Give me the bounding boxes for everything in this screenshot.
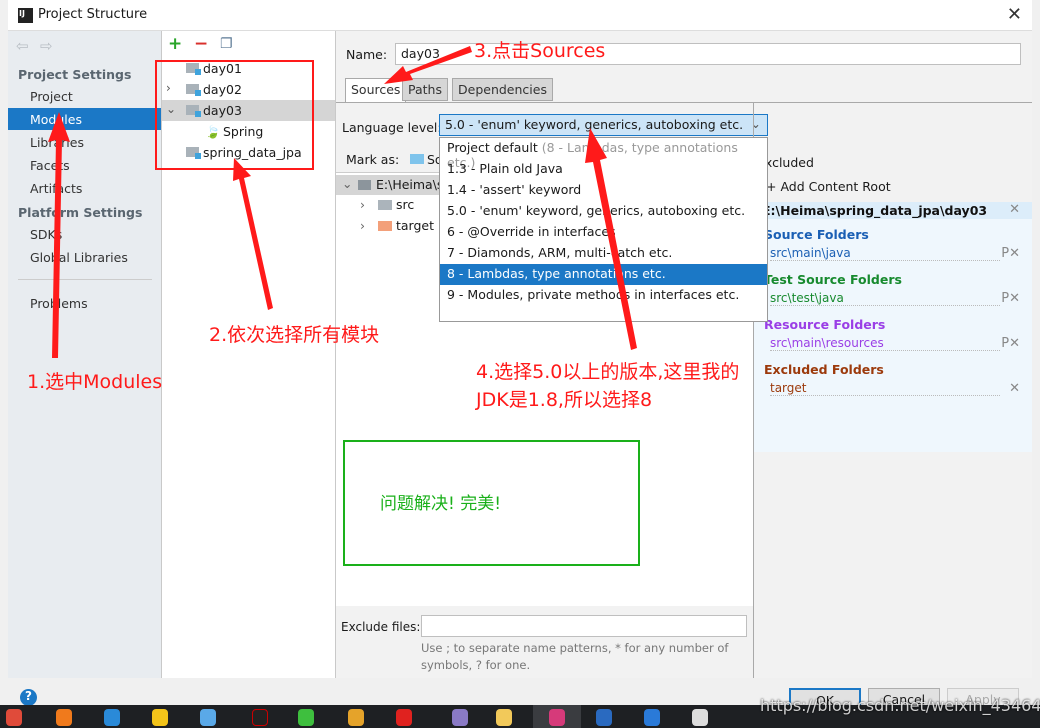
sidebar-item-modules[interactable]: Modules: [8, 108, 161, 130]
annotation-step3: 3.点击Sources: [474, 40, 606, 62]
sidebar-item-facets[interactable]: Facets: [8, 154, 161, 176]
app-icon[interactable]: [596, 709, 612, 726]
tree-item-label: src: [396, 197, 415, 212]
annotation-result-text: 问题解决! 完美!: [380, 494, 502, 514]
window-title: Project Structure: [38, 7, 148, 22]
intellij-icon[interactable]: [533, 705, 581, 728]
remove-folder-icon[interactable]: P✕: [1001, 336, 1020, 351]
help-icon[interactable]: ?: [20, 689, 37, 706]
back-arrow-icon[interactable]: ⇦: [16, 37, 29, 55]
content-root-path: E:\Heima\spring_data_jpa\day03: [762, 203, 988, 218]
sidebar-item-global-libraries[interactable]: Global Libraries: [8, 246, 161, 268]
folder-icon: [378, 200, 392, 210]
option-7[interactable]: 7 - Diamonds, ARM, multi-catch etc.: [440, 243, 767, 264]
tree-item-src[interactable]: › src: [360, 197, 414, 212]
annotation-step2: 2.依次选择所有模块: [209, 324, 380, 346]
title-bar: IJ Project Structure ✕: [8, 0, 1032, 31]
option-1-3[interactable]: 1.3 - Plain old Java: [440, 159, 767, 180]
vpn-icon[interactable]: [644, 709, 660, 726]
folder-path: src\main\java: [770, 246, 1000, 261]
forward-arrow-icon[interactable]: ⇨: [40, 37, 53, 55]
intellij-logo-icon: IJ: [18, 8, 33, 23]
folder-icon: [358, 180, 371, 190]
language-level-dropdown: Project default (8 - Lambdas, type annot…: [439, 137, 768, 322]
option-8[interactable]: 8 - Lambdas, type annotations etc.: [440, 264, 767, 285]
youdao-icon[interactable]: [396, 709, 412, 726]
divider: [18, 279, 152, 280]
tool-icon[interactable]: [452, 709, 468, 726]
sidebar-item-artifacts[interactable]: Artifacts: [8, 177, 161, 199]
notepad-icon[interactable]: [692, 709, 708, 726]
option-1-4[interactable]: 1.4 - 'assert' keyword: [440, 180, 767, 201]
watermark: https://blog.csdn.net/weixin_43464964: [760, 696, 1040, 715]
tab-divider: [336, 102, 1032, 103]
qq-browser-icon[interactable]: [200, 709, 216, 726]
exclude-files-hint: Use ; to separate name patterns, * for a…: [421, 641, 729, 672]
copy-icon[interactable]: ❐: [220, 36, 233, 52]
annotation-result-box: 问题解决! 完美!: [343, 440, 640, 566]
folder-icon[interactable]: [496, 709, 512, 726]
tab-dependencies[interactable]: Dependencies: [452, 78, 553, 101]
annotation-step1: 1.选中Modules: [27, 371, 163, 393]
option-6[interactable]: 6 - @Override in interfaces: [440, 222, 767, 243]
annotation-step4-line2: JDK是1.8,所以选择8: [476, 389, 653, 411]
wechat-icon[interactable]: [298, 709, 314, 726]
sidebar-item-problems[interactable]: Problems: [8, 292, 161, 314]
group-title: Resource Folders: [764, 317, 886, 332]
option-5-0[interactable]: 5.0 - 'enum' keyword, generics, autoboxi…: [440, 201, 767, 222]
chevron-right-icon: ›: [360, 218, 365, 233]
sidebar: ⇦ ⇨ Project Settings Project Modules Lib…: [8, 31, 162, 678]
phone-icon[interactable]: [348, 709, 364, 726]
name-label: Name:: [346, 47, 388, 62]
chrome-icon[interactable]: [6, 709, 22, 726]
group-title: Excluded Folders: [764, 362, 884, 377]
chevron-right-icon: ›: [360, 197, 365, 212]
option-project-default[interactable]: Project default (8 - Lambdas, type annot…: [440, 138, 767, 170]
add-content-root-button[interactable]: + Add Content Root: [766, 179, 891, 194]
close-icon[interactable]: ✕: [1009, 202, 1020, 217]
language-level-label: Language level:: [342, 120, 442, 135]
language-level-select[interactable]: 5.0 - 'enum' keyword, generics, autoboxi…: [439, 114, 768, 136]
tree-item-target[interactable]: › target: [360, 218, 434, 233]
remove-folder-icon[interactable]: P✕: [1001, 291, 1020, 306]
tab-sources[interactable]: Sources: [345, 78, 407, 102]
add-icon[interactable]: +: [168, 34, 182, 54]
chevron-down-icon: ⌄: [342, 176, 353, 191]
sidebar-item-project[interactable]: Project: [8, 85, 161, 107]
folder-path: target: [770, 381, 1000, 396]
remove-folder-icon[interactable]: ✕: [1009, 381, 1020, 396]
folder-path: src\test\java: [770, 291, 1000, 306]
tab-paths[interactable]: Paths: [402, 78, 448, 101]
qq-icon[interactable]: [252, 709, 268, 726]
sidebar-item-libraries[interactable]: Libraries: [8, 131, 161, 153]
content-root-panel: E:\Heima\spring_data_jpa\day03 ✕ Source …: [754, 202, 1032, 452]
annotation-box-modules: [155, 60, 314, 170]
group-title: Test Source Folders: [764, 272, 902, 287]
section-platform-settings: Platform Settings: [18, 205, 143, 220]
mark-as-label: Mark as:: [346, 152, 400, 167]
tree-item-label: target: [396, 218, 435, 233]
folder-path: src\main\resources: [770, 336, 1000, 351]
sources-folder-icon: [410, 154, 424, 164]
firefox-icon[interactable]: [56, 709, 72, 726]
exclude-files-label: Exclude files:: [341, 620, 421, 634]
feather-icon[interactable]: [104, 709, 120, 726]
exclude-files-input[interactable]: [421, 615, 747, 637]
module-settings-panel: Name: day03 Sources Paths Dependencies L…: [336, 31, 1032, 678]
browser-icon[interactable]: [152, 709, 168, 726]
sidebar-item-sdks[interactable]: SDKs: [8, 223, 161, 245]
remove-icon[interactable]: −: [194, 34, 208, 54]
close-icon[interactable]: ✕: [1007, 4, 1022, 25]
annotation-step4-line1: 4.选择5.0以上的版本,这里我的: [476, 361, 740, 383]
section-project-settings: Project Settings: [18, 67, 132, 82]
option-label: Project default: [447, 140, 538, 155]
option-9[interactable]: 9 - Modules, private methods in interfac…: [440, 285, 767, 306]
excluded-folder-icon: [378, 221, 392, 231]
group-title: Source Folders: [764, 227, 869, 242]
remove-folder-icon[interactable]: P✕: [1001, 246, 1020, 261]
language-level-value: 5.0 - 'enum' keyword, generics, autoboxi…: [445, 117, 744, 132]
